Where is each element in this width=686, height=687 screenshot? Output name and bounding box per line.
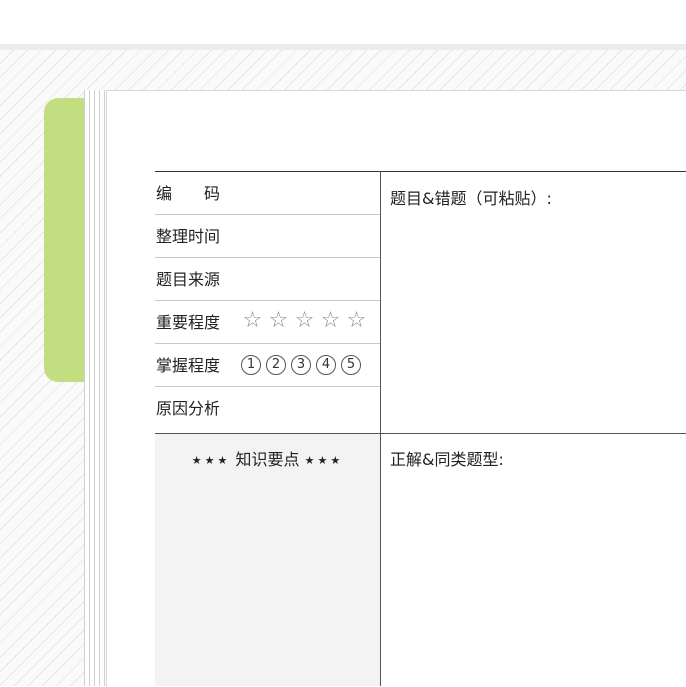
row-label: 重要程度 [156,313,221,332]
error-notebook-form: 编 码 整理时间 题目来源 重要程度 ☆ ☆ ☆ ☆ ☆ 掌握程度 1 2 3 … [155,171,686,686]
row-reason: 原因分析 [155,387,380,430]
column-divider [380,171,381,686]
row-source: 题目来源 [155,258,380,301]
row-label: 编 码 [156,184,221,203]
mastery-level-5[interactable]: 5 [341,355,361,375]
row-label: 原因分析 [156,399,221,418]
row-mastery: 掌握程度 1 2 3 4 5 [155,344,380,387]
mastery-level-4[interactable]: 4 [316,355,336,375]
question-area-title: 题目&错题（可粘贴）: [390,189,552,208]
row-label: 题目来源 [156,270,221,289]
row-label: 掌握程度 [156,356,221,375]
star-deco-left: ★★★ [191,454,231,467]
mastery-rating: 1 2 3 4 5 [241,355,361,375]
star-icon[interactable]: ☆ [319,310,342,332]
knowledge-title-text: 知识要点 [235,450,300,469]
row-code: 编 码 [155,172,380,215]
row-importance: 重要程度 ☆ ☆ ☆ ☆ ☆ [155,301,380,344]
mastery-level-1[interactable]: 1 [241,355,261,375]
knowledge-title: ★★★ 知识要点 ★★★ [155,446,380,470]
row-label: 整理时间 [156,227,221,246]
mastery-level-2[interactable]: 2 [266,355,286,375]
star-icon[interactable]: ☆ [241,310,264,332]
importance-rating: ☆ ☆ ☆ ☆ ☆ [241,310,368,332]
mastery-level-3[interactable]: 3 [291,355,311,375]
star-icon[interactable]: ☆ [345,310,368,332]
star-icon[interactable]: ☆ [267,310,290,332]
knowledge-panel: ★★★ 知识要点 ★★★ [155,434,380,686]
star-deco-right: ★★★ [304,454,344,467]
star-icon[interactable]: ☆ [293,310,316,332]
answer-area-title: 正解&同类题型: [390,450,504,469]
row-date: 整理时间 [155,215,380,258]
